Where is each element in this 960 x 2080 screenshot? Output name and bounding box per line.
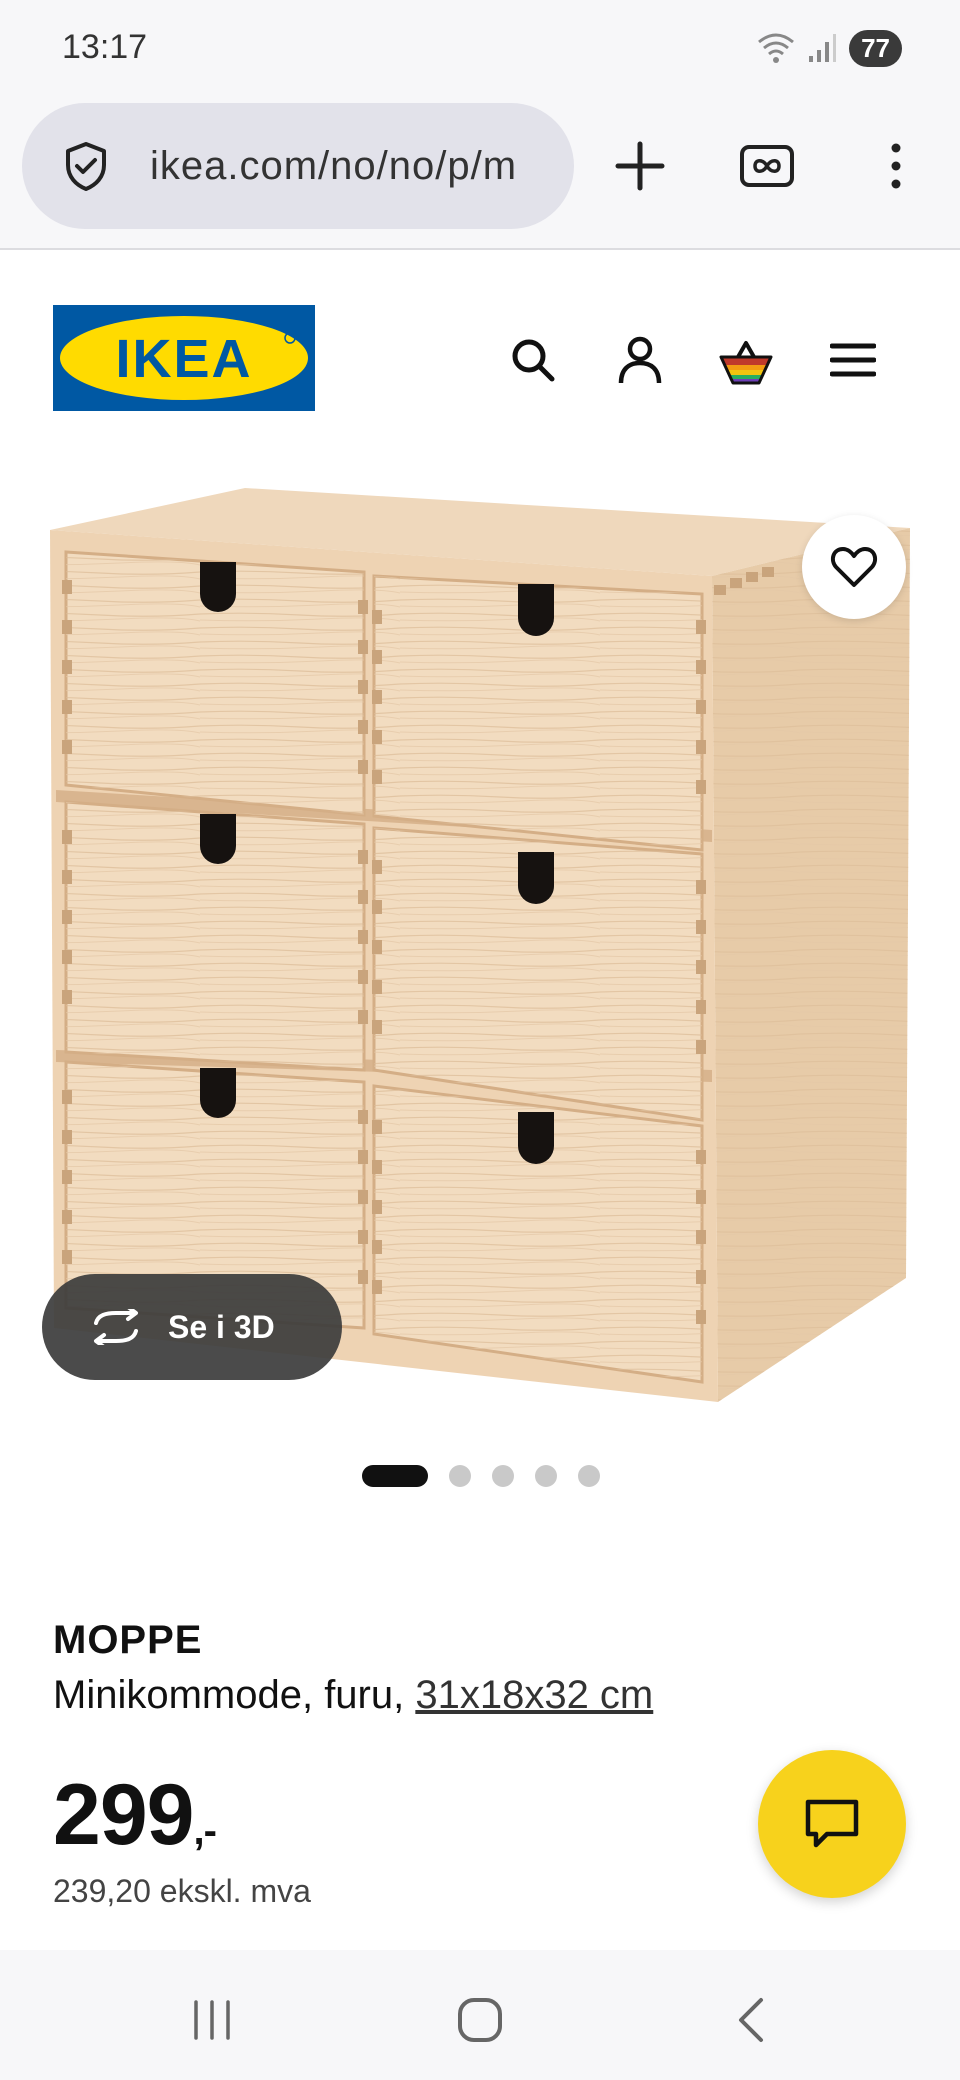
shopping-basket-icon <box>719 341 773 385</box>
browser-toolbar: ikea.com/no/no/p/m <box>0 96 960 250</box>
account-button[interactable] <box>608 328 672 392</box>
view-in-3d-button[interactable]: Se i 3D <box>42 1274 342 1380</box>
price-main: 299 <box>53 1767 194 1863</box>
search-icon <box>512 339 555 382</box>
browser-menu-button[interactable] <box>846 116 946 216</box>
url-text[interactable]: ikea.com/no/no/p/m <box>150 144 517 189</box>
shield-check-icon[interactable] <box>60 140 112 192</box>
product-description: Minikommode, furu, 31x18x32 cm <box>53 1673 653 1718</box>
home-button[interactable] <box>430 1970 530 2070</box>
address-bar[interactable]: ikea.com/no/no/p/m <box>22 103 574 229</box>
product-dimensions-link[interactable]: 31x18x32 cm <box>415 1673 653 1717</box>
system-navigation-bar <box>0 1950 960 2080</box>
price-excluding-vat: 239,20 ekskl. mva <box>53 1873 311 1909</box>
home-icon <box>458 1998 502 2042</box>
hamburger-menu-icon <box>830 343 876 377</box>
svg-text:IKEA: IKEA <box>115 329 252 389</box>
carousel-dot-3[interactable] <box>492 1465 514 1487</box>
ikea-logo[interactable]: IKEA <box>53 305 315 411</box>
new-tab-button[interactable] <box>590 116 690 216</box>
product-price: 299,- <box>53 1766 217 1865</box>
status-icons: 77 <box>757 28 902 68</box>
image-carousel-indicator <box>362 1464 600 1488</box>
search-button[interactable] <box>501 328 565 392</box>
heart-icon <box>830 547 878 587</box>
plus-icon <box>615 141 665 191</box>
tabs-button[interactable] <box>717 116 817 216</box>
view-in-3d-label: Se i 3D <box>168 1308 275 1345</box>
product-name: MOPPE <box>53 1618 203 1662</box>
recent-apps-icon <box>194 2000 230 2040</box>
product-description-text: Minikommode, furu, <box>53 1673 416 1717</box>
back-button[interactable] <box>700 1970 800 2070</box>
rotate-3d-icon <box>94 1309 138 1345</box>
carousel-dot-5[interactable] <box>578 1465 600 1487</box>
battery-indicator: 77 <box>849 29 902 67</box>
price-suffix: ,- <box>193 1809 217 1853</box>
more-vertical-icon <box>891 143 901 189</box>
recent-apps-button[interactable] <box>162 1970 262 2070</box>
status-bar: 13:17 77 <box>0 0 960 96</box>
status-time: 13:17 <box>62 28 148 66</box>
main-menu-button[interactable] <box>821 328 885 392</box>
wifi-icon <box>758 33 795 63</box>
favourite-button[interactable] <box>802 515 906 619</box>
chat-button[interactable] <box>758 1750 906 1898</box>
signal-icon <box>809 34 837 62</box>
chat-bubble-icon <box>805 1799 859 1848</box>
site-header: IKEA <box>0 250 960 470</box>
user-icon <box>618 336 662 384</box>
infinity-tabs-icon <box>740 145 794 187</box>
carousel-dot-4[interactable] <box>535 1465 557 1487</box>
carousel-dot-2[interactable] <box>449 1465 471 1487</box>
cart-button[interactable] <box>714 328 778 392</box>
back-icon <box>739 1998 763 2042</box>
carousel-dot-1[interactable] <box>362 1465 428 1487</box>
